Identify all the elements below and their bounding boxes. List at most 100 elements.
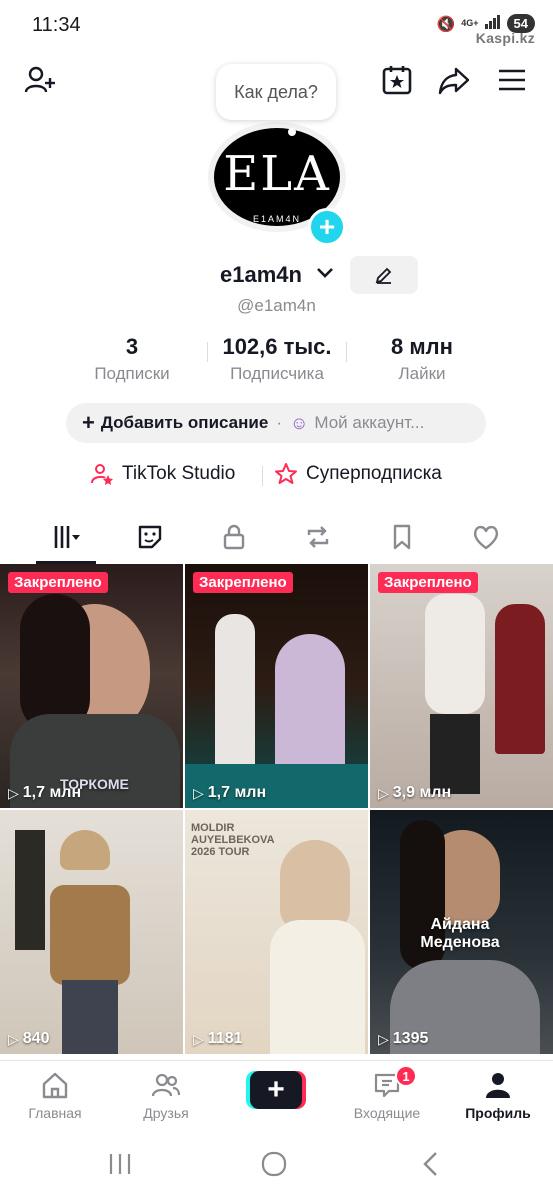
stat-value: 3 (125, 334, 139, 359)
video-tile[interactable]: Закреплено ТОРКОМЕ ▷ 1,7 млн (0, 564, 183, 808)
thumbnail-mannequin (495, 604, 545, 754)
nav-profile[interactable]: Профиль (448, 1069, 548, 1121)
status-bubble[interactable]: Как дела? (216, 64, 336, 120)
nav-inbox[interactable]: 1 Входящие (337, 1065, 437, 1121)
pencil-icon (375, 267, 392, 284)
thumbnail-figure (425, 594, 485, 714)
separator-dot: · (276, 413, 282, 432)
home-circle-icon (261, 1151, 287, 1177)
stat-label: Подписки (94, 364, 170, 383)
tab-liked[interactable] (456, 516, 516, 558)
tab-videos[interactable] (36, 516, 96, 558)
plus-icon: + (250, 1071, 302, 1109)
stat-label: Подписчика (230, 364, 324, 383)
person-plus-icon[interactable] (20, 60, 60, 100)
studio-person-icon (91, 464, 113, 485)
super-subscription-link[interactable]: Суперподписка (274, 462, 442, 486)
bottom-nav: Главная Друзья + 1 Входящие Профиль (0, 1060, 553, 1130)
smile-icon: ☺ (289, 412, 309, 433)
play-icon: ▷ (378, 1030, 389, 1047)
stat-value: 8 млн (391, 334, 453, 359)
view-count-value: 840 (22, 1030, 50, 1047)
nav-label: Входящие (353, 1105, 421, 1121)
edit-profile-button[interactable] (350, 256, 418, 294)
thumbnail-jeans (62, 980, 118, 1054)
tab-stickers[interactable] (120, 516, 180, 558)
play-icon: ▷ (8, 784, 19, 801)
system-nav (0, 1130, 553, 1200)
play-icon: ▷ (193, 784, 204, 801)
view-count: ▷ 3,9 млн (378, 784, 451, 802)
video-tile[interactable]: Закреплено ▷ 3,9 млн (370, 564, 553, 808)
watermark: Kaspi.kz (475, 30, 535, 46)
lock-icon (223, 524, 245, 550)
video-grid: Закреплено ТОРКОМЕ ▷ 1,7 млн Закреплено ▷… (0, 564, 553, 1058)
share-arrow-icon[interactable] (434, 60, 474, 100)
super-subscription-label: Суперподписка (306, 463, 442, 484)
nav-label: Главная (28, 1105, 82, 1121)
status-time: 11:34 (32, 14, 81, 36)
avatar-add-button[interactable]: + (308, 208, 346, 246)
tab-private[interactable] (204, 516, 264, 558)
video-overlay-text: MOLDIR AUYELBEKOVA 2026 TOUR (191, 822, 275, 858)
back-button[interactable] (410, 1148, 450, 1180)
description-pill: + Добавить описание · ☺ Мой аккаунт... (66, 403, 486, 443)
nav-home[interactable]: Главная (5, 1069, 105, 1121)
heart-icon (473, 525, 499, 550)
tiktok-studio-link[interactable]: TikTok Studio (90, 462, 235, 486)
bubble-tail (288, 128, 296, 136)
thumbnail-figure (430, 714, 480, 794)
stat-following[interactable]: 3 Подписки (62, 334, 202, 384)
my-account-button[interactable]: Мой аккаунт... (314, 413, 424, 433)
stat-label: Лайки (398, 364, 446, 383)
view-count: ▷ 1,7 млн (193, 784, 266, 802)
plus-icon: + (82, 410, 95, 435)
home-button[interactable] (254, 1148, 294, 1180)
recent-apps-icon (109, 1154, 131, 1174)
thumbnail-hat (60, 830, 110, 870)
video-tile[interactable]: ▷ 840 (0, 810, 183, 1054)
video-tile[interactable]: MOLDIR AUYELBEKOVA 2026 TOUR ▷ 1181 (185, 810, 368, 1054)
stat-followers[interactable]: 102,6 тыс. Подписчика (207, 334, 347, 384)
view-count-value: 1181 (207, 1030, 243, 1047)
create-button[interactable]: + (246, 1071, 306, 1109)
repost-icon (307, 526, 329, 548)
view-count: ▷ 840 (8, 1030, 49, 1048)
tab-reposts[interactable] (288, 516, 348, 558)
recent-apps-button[interactable] (100, 1148, 140, 1180)
pinned-badge: Закреплено (378, 572, 478, 593)
hamburger-menu-icon[interactable] (492, 60, 532, 100)
pinned-badge: Закреплено (8, 572, 108, 593)
chevron-down-icon[interactable] (316, 264, 334, 285)
view-count: ▷ 1,7 млн (8, 784, 81, 802)
play-icon: ▷ (378, 784, 389, 801)
play-icon: ▷ (193, 1030, 204, 1047)
add-description-button[interactable]: Добавить описание (101, 413, 268, 433)
stat-value: 102,6 тыс. (222, 334, 332, 359)
stat-likes[interactable]: 8 млн Лайки (352, 334, 492, 384)
username[interactable]: e1am4n (220, 262, 302, 288)
view-count: ▷ 1395 (378, 1030, 428, 1048)
inbox-badge: 1 (395, 1065, 417, 1087)
status-bar: 11:34 🔇 4G+ 54 Kaspi.kz (0, 0, 553, 52)
thumbnail-mirror (15, 830, 45, 950)
video-tile[interactable]: Айдана Меденова ▷ 1395 (370, 810, 553, 1054)
tab-favorites[interactable] (372, 516, 432, 558)
home-icon (42, 1072, 68, 1099)
calendar-star-icon[interactable] (377, 60, 417, 100)
user-handle: @e1am4n (237, 296, 316, 315)
star-badge-icon (275, 463, 297, 484)
tiktok-studio-label: TikTok Studio (122, 463, 236, 484)
profile-stats: 3 Подписки 102,6 тыс. Подписчика 8 млн Л… (0, 334, 553, 384)
thumbnail-jacket (50, 885, 130, 985)
thumbnail-dress (270, 920, 365, 1054)
avatar[interactable]: ELA E1AM4N + (196, 112, 358, 246)
sticker-icon (138, 525, 162, 549)
grid-icon (54, 526, 80, 548)
nav-friends[interactable]: Друзья (116, 1069, 216, 1121)
video-tile[interactable]: Закреплено ▷ 1,7 млн (185, 564, 368, 808)
mute-icon: 🔇 (436, 15, 456, 33)
stat-divider (346, 342, 347, 362)
avatar-logo-text: ELA (223, 146, 331, 202)
links-row: TikTok Studio Суперподписка (0, 462, 553, 490)
